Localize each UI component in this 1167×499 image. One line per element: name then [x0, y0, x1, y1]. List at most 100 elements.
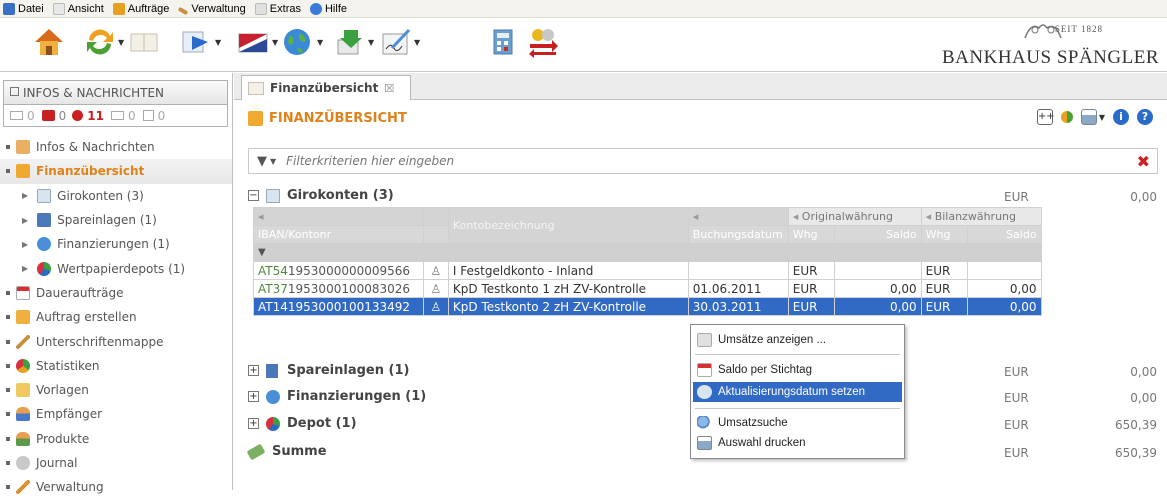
header-bilanzwaehrung[interactable]: ◂ Bilanzwährung: [920, 207, 1042, 226]
table-row[interactable]: AT541953000000009566 ♙ I Festgeldkonto -…: [253, 261, 1088, 280]
signature-icon[interactable]: [380, 26, 412, 58]
mail-icon[interactable]: [10, 111, 23, 120]
col-group-toggle[interactable]: ◂: [687, 207, 789, 226]
calculator-icon[interactable]: [488, 26, 520, 58]
info-icon[interactable]: i: [1113, 109, 1129, 125]
filter-row: ▼: [253, 243, 1088, 262]
menu-hilfe[interactable]: Hilfe: [307, 0, 353, 18]
filter-cell: [833, 243, 922, 262]
nav-statistiken[interactable]: Statistiken: [0, 354, 232, 378]
pie-chart-icon: [37, 261, 52, 276]
refresh-icon[interactable]: [84, 26, 116, 58]
nav-verwaltung[interactable]: Verwaltung: [0, 475, 232, 499]
flag-dropdown-icon[interactable]: ▼: [272, 38, 278, 47]
flag-icon[interactable]: [237, 26, 269, 58]
section-depot[interactable]: + Depot (1): [248, 416, 357, 431]
expand-arrow-icon[interactable]: ▶: [22, 216, 28, 225]
collapse-icon[interactable]: [10, 87, 19, 96]
nav-produkte[interactable]: Produkte: [0, 427, 232, 451]
nav-empfaenger[interactable]: Empfänger: [0, 402, 232, 426]
menu-umsatzsuche[interactable]: Umsatzsuche: [693, 413, 902, 433]
header-buchungsdatum[interactable]: Buchungsdatum: [687, 225, 789, 244]
menu-datei[interactable]: Datei: [0, 0, 50, 18]
menu-extras[interactable]: Extras: [252, 0, 307, 18]
header-originalwaehrung[interactable]: ◂ Originalwährung: [787, 207, 922, 226]
bullet-icon: [6, 169, 10, 174]
filter-icon[interactable]: ▼: [257, 154, 267, 169]
expand-icon[interactable]: +: [248, 418, 259, 429]
nav-unterschriftenmappe[interactable]: Unterschriftenmappe: [0, 329, 232, 353]
print-dropdown-icon[interactable]: ▼: [1099, 113, 1105, 122]
header-iban[interactable]: IBAN/Kontonr: [253, 225, 424, 244]
expand-arrow-icon[interactable]: ▶: [22, 264, 28, 273]
tab-finanzuebersicht[interactable]: Finanzübersicht ☒: [241, 75, 411, 100]
table-row-selected[interactable]: AT141953000100133492 ♙ KpD Testkonto 2 z…: [253, 297, 1088, 316]
col-group-toggle[interactable]: ◂: [253, 207, 424, 226]
folder-icon: [16, 383, 30, 398]
currency-exchange-icon[interactable]: [527, 26, 559, 58]
header-saldo-bilanz[interactable]: Saldo: [966, 225, 1042, 244]
nav-infos-nachrichten[interactable]: Infos & Nachrichten: [0, 135, 232, 159]
transfer-icon[interactable]: [180, 26, 212, 58]
section-girokonten[interactable]: − Girokonten (3): [248, 188, 394, 203]
transfer-dropdown-icon[interactable]: ▼: [215, 38, 221, 47]
menu-aktualisierungsdatum-setzen[interactable]: Aktualisierungsdatum setzen: [693, 382, 902, 402]
alert-icon[interactable]: [41, 110, 55, 121]
expand-all-icon[interactable]: ++: [1036, 109, 1055, 125]
filter-bar: ▼ ▼ ✖: [248, 148, 1158, 174]
nav-girokonten[interactable]: ▶ Girokonten (3): [0, 184, 232, 208]
globe-dropdown-icon[interactable]: ▼: [317, 38, 323, 47]
help-icon[interactable]: ?: [1137, 109, 1153, 125]
expand-icon[interactable]: +: [248, 391, 259, 402]
expand-arrow-icon[interactable]: ▶: [22, 191, 28, 200]
section-finanzierungen[interactable]: + Finanzierungen (1): [248, 389, 426, 404]
collapse-icon[interactable]: −: [248, 190, 259, 201]
menu-verwaltung[interactable]: Verwaltung: [175, 0, 251, 18]
expand-icon[interactable]: +: [248, 365, 259, 376]
download-icon[interactable]: [334, 26, 366, 58]
menu-auswahl-drucken[interactable]: Auswahl drucken: [693, 433, 902, 453]
bullet-icon: [6, 461, 10, 465]
nav-finanzierungen[interactable]: ▶ Finanzierungen (1): [0, 232, 232, 256]
nav-vorlagen[interactable]: Vorlagen: [0, 378, 232, 402]
infos-header[interactable]: INFOS & NACHRICHTEN: [3, 80, 228, 105]
nav-journal[interactable]: Journal: [0, 451, 232, 475]
signature-dropdown-icon[interactable]: ▼: [414, 38, 420, 47]
bullet-icon: [6, 339, 10, 344]
menu-auftraege[interactable]: Aufträge: [110, 0, 176, 18]
nav-finanzuebersicht[interactable]: Finanzübersicht: [0, 159, 232, 184]
cell-whg: EUR: [787, 261, 835, 280]
header-saldo-original[interactable]: Saldo: [833, 225, 922, 244]
archive-icon[interactable]: [142, 110, 154, 121]
extras-icon: [254, 2, 267, 15]
filter-dropdown-icon[interactable]: ▼: [270, 157, 276, 166]
refresh-icon[interactable]: [1060, 111, 1073, 123]
expand-arrow-icon[interactable]: ▶: [22, 240, 28, 249]
menu-saldo-per-stichtag[interactable]: Saldo per Stichtag: [693, 360, 902, 380]
printer-icon[interactable]: [1080, 109, 1097, 125]
cell-whg: EUR: [920, 297, 968, 316]
header-whg-bilanz[interactable]: Whg: [920, 225, 968, 244]
header-whg-original[interactable]: Whg: [787, 225, 835, 244]
account-icon: [266, 188, 280, 203]
messages-icon[interactable]: [72, 110, 84, 121]
nav-wertpapierdepots[interactable]: ▶ Wertpapierdepots (1): [0, 256, 232, 280]
refresh-dropdown-icon[interactable]: ▼: [118, 38, 124, 47]
forward-icon[interactable]: [110, 111, 124, 120]
clear-filter-icon[interactable]: ✖: [1137, 152, 1150, 171]
menu-ansicht[interactable]: Ansicht: [50, 0, 110, 18]
section-spareinlagen[interactable]: + Spareinlagen (1): [248, 363, 409, 378]
nav-auftrag-erstellen[interactable]: Auftrag erstellen: [0, 305, 232, 329]
nav-spareinlagen[interactable]: ▶ Spareinlagen (1): [0, 208, 232, 232]
header-kontobezeichnung[interactable]: Kontobezeichnung: [447, 207, 689, 244]
globe-icon[interactable]: [281, 26, 313, 58]
download-dropdown-icon[interactable]: ▼: [368, 38, 374, 47]
nav-dauerauftraege[interactable]: Daueraufträge: [0, 281, 232, 305]
home-icon[interactable]: [33, 26, 65, 58]
book-icon[interactable]: [128, 26, 160, 58]
table-row[interactable]: AT371953000100083026 ♙ KpD Testkonto 1 z…: [253, 279, 1088, 298]
filter-input[interactable]: [286, 154, 887, 168]
row-filter-icon[interactable]: ▼: [253, 243, 424, 262]
menu-umsaetze-anzeigen[interactable]: Umsätze anzeigen ...: [693, 330, 902, 350]
tab-close-icon[interactable]: ☒: [384, 82, 394, 95]
